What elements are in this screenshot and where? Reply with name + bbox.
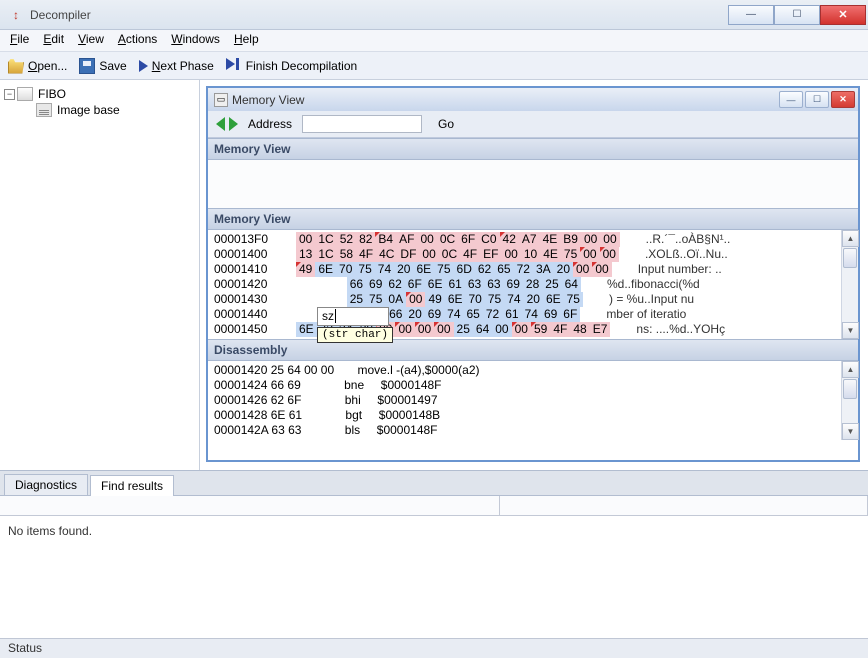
tab-diagnostics[interactable]: Diagnostics bbox=[4, 474, 88, 495]
scroll-down-button[interactable]: ▼ bbox=[842, 322, 859, 339]
tree-collapse-icon[interactable]: − bbox=[4, 89, 15, 100]
nav-back-button[interactable] bbox=[216, 117, 225, 131]
status-text: Status bbox=[8, 641, 42, 655]
disassembly-listing[interactable]: 00001420 25 64 00 00 move.l -(a4),$0000(… bbox=[208, 361, 841, 440]
bottom-pane: Diagnostics Find results No items found. bbox=[0, 470, 868, 638]
hex-dump[interactable]: 000013F0001C5282B4AF000C6FC042A74EB90000… bbox=[208, 230, 841, 339]
open-button[interactable]: Open... bbox=[8, 58, 67, 74]
play-icon bbox=[139, 60, 148, 72]
tree-child[interactable]: Image base bbox=[4, 102, 195, 118]
memory-view-toolbar: Address Go bbox=[208, 111, 858, 138]
scroll-up-button[interactable]: ▲ bbox=[842, 361, 859, 378]
menu-help[interactable]: Help bbox=[234, 32, 259, 49]
title-bar: ↕ Decompiler — ☐ ✕ bbox=[0, 0, 868, 30]
close-button[interactable]: ✕ bbox=[820, 5, 866, 25]
tree-root-label: FIBO bbox=[38, 87, 66, 101]
scroll-down-button[interactable]: ▼ bbox=[842, 423, 859, 440]
menu-bar: File Edit View Actions Windows Help bbox=[0, 30, 868, 52]
project-icon bbox=[17, 87, 33, 101]
address-input[interactable] bbox=[302, 115, 422, 133]
address-label: Address bbox=[248, 117, 292, 131]
menu-edit[interactable]: Edit bbox=[43, 32, 64, 49]
end-icon bbox=[226, 58, 242, 74]
save-button[interactable]: Save bbox=[79, 58, 126, 74]
maximize-button[interactable]: ☐ bbox=[774, 5, 820, 25]
menu-windows[interactable]: Windows bbox=[171, 32, 220, 49]
main-toolbar: Open... Save Next Phase Finish Decompila… bbox=[0, 52, 868, 80]
mv-close-button[interactable]: ✕ bbox=[831, 91, 855, 108]
section-header-2: Memory View bbox=[208, 208, 858, 230]
status-bar: Status bbox=[0, 638, 868, 658]
tree-root[interactable]: − FIBO bbox=[4, 86, 195, 102]
section-header-1: Memory View bbox=[208, 138, 858, 160]
nav-forward-button[interactable] bbox=[229, 117, 238, 131]
save-icon bbox=[79, 58, 95, 74]
results-col-1[interactable] bbox=[0, 496, 500, 515]
mdi-icon: ▭ bbox=[214, 93, 228, 107]
memory-view-title: Memory View bbox=[232, 93, 779, 107]
results-columns bbox=[0, 496, 868, 516]
next-phase-button[interactable]: Next Phase bbox=[139, 59, 214, 73]
menu-view[interactable]: View bbox=[78, 32, 104, 49]
project-tree: − FIBO Image base bbox=[0, 80, 200, 470]
memory-view-titlebar[interactable]: ▭ Memory View — ☐ ✕ bbox=[208, 88, 858, 111]
results-body: No items found. bbox=[0, 516, 868, 638]
tab-find-results[interactable]: Find results bbox=[90, 475, 174, 496]
mv-minimize-button[interactable]: — bbox=[779, 91, 803, 108]
open-icon bbox=[8, 58, 24, 74]
disassembly-header: Disassembly bbox=[208, 339, 858, 361]
memory-view-window: ▭ Memory View — ☐ ✕ Address Go Memory Vi… bbox=[206, 86, 860, 462]
disasm-scrollbar[interactable]: ▲ ▼ bbox=[841, 361, 858, 440]
minimize-button[interactable]: — bbox=[728, 5, 774, 25]
document-icon bbox=[36, 103, 52, 117]
menu-actions[interactable]: Actions bbox=[118, 32, 157, 49]
scroll-up-button[interactable]: ▲ bbox=[842, 230, 859, 247]
tree-child-label: Image base bbox=[57, 103, 120, 117]
window-title: Decompiler bbox=[30, 8, 728, 22]
results-col-2[interactable] bbox=[500, 496, 868, 515]
hex-scrollbar[interactable]: ▲ ▼ bbox=[841, 230, 858, 339]
menu-file[interactable]: File bbox=[10, 32, 29, 49]
scroll-thumb[interactable] bbox=[843, 248, 857, 268]
finish-button[interactable]: Finish Decompilation bbox=[226, 58, 357, 74]
scroll-thumb[interactable] bbox=[843, 379, 857, 399]
go-button[interactable]: Go bbox=[432, 116, 460, 132]
app-icon: ↕ bbox=[8, 7, 24, 23]
memory-view-blank bbox=[208, 160, 858, 208]
mv-maximize-button[interactable]: ☐ bbox=[805, 91, 829, 108]
bottom-tabstrip: Diagnostics Find results bbox=[0, 471, 868, 496]
no-items-label: No items found. bbox=[8, 524, 92, 538]
